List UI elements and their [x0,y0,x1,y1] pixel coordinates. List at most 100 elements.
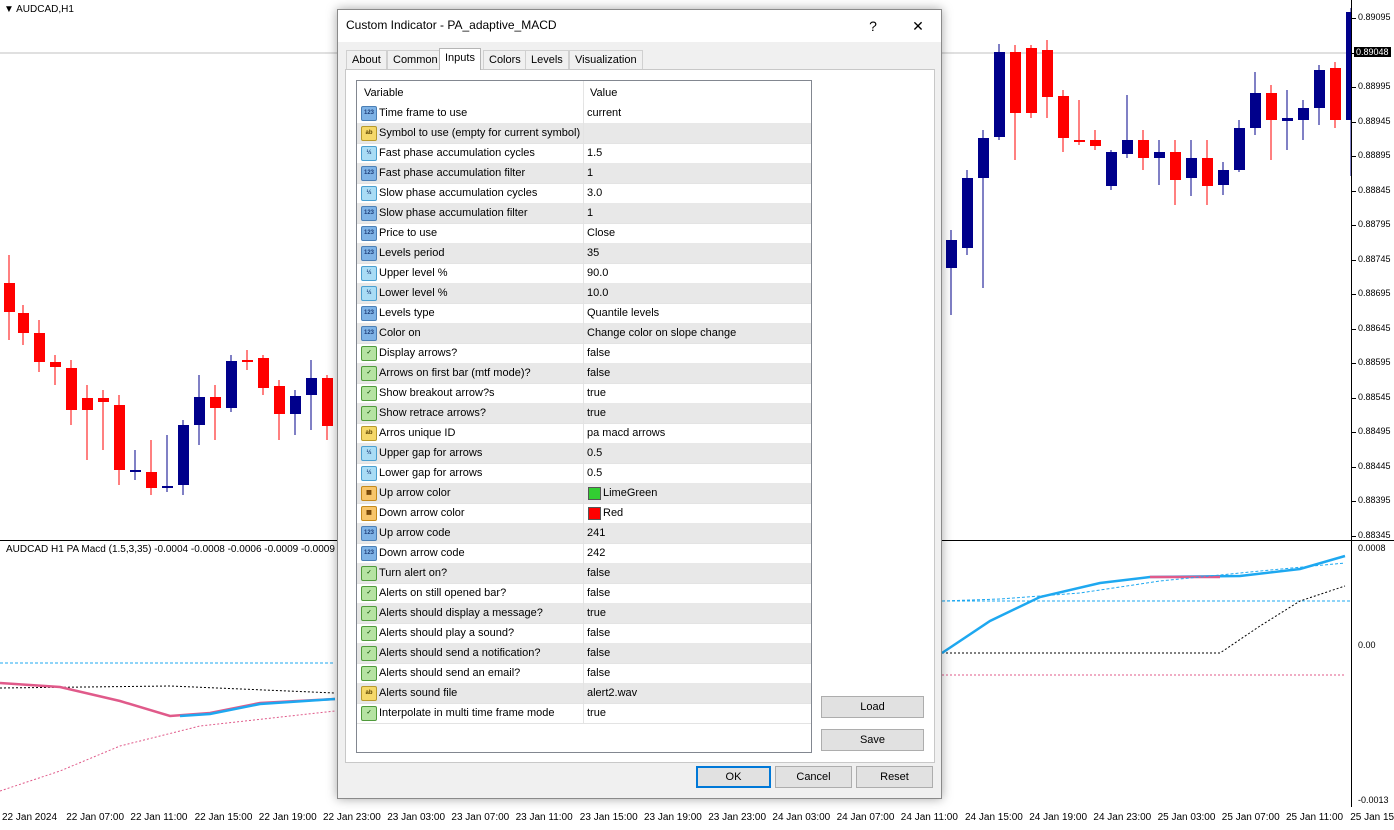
param-row[interactable]: ✓ Alerts should send a notification? false [357,643,811,664]
param-value[interactable]: 1 [587,167,593,179]
param-value[interactable]: false [587,367,610,379]
param-value[interactable]: true [587,407,606,419]
param-value[interactable]: false [587,647,610,659]
param-row[interactable]: ½ Upper level % 90.0 [357,263,811,284]
tab-common[interactable]: Common [387,50,444,69]
param-row[interactable]: ab Symbol to use (empty for current symbo… [357,123,811,144]
param-value[interactable]: Red [603,507,623,519]
param-row[interactable]: 123 Levels type Quantile levels [357,303,811,324]
tab-about[interactable]: About [346,50,387,69]
param-row[interactable]: ½ Slow phase accumulation cycles 3.0 [357,183,811,204]
param-value[interactable]: 0.5 [587,467,602,479]
param-row[interactable]: 123 Down arrow code 242 [357,543,811,564]
param-value[interactable]: alert2.wav [587,687,637,699]
param-row[interactable]: ▦ Up arrow color LimeGreen [357,483,811,504]
param-name: Display arrows? [379,347,458,359]
param-row[interactable]: ✓ Alerts on still opened bar? false [357,583,811,604]
param-row[interactable]: ab Arros unique ID pa macd arrows [357,423,811,444]
param-row[interactable]: ✓ Arrows on first bar (mtf mode)? false [357,363,811,384]
variable-column-header[interactable]: Variable [364,87,404,99]
param-row[interactable]: 123 Price to use Close [357,223,811,244]
param-row[interactable]: 123 Slow phase accumulation filter 1 [357,203,811,224]
load-button[interactable]: Load [821,696,924,718]
param-row[interactable]: ✓ Alerts should send an email? false [357,663,811,684]
param-value[interactable]: 3.0 [587,187,602,199]
param-value[interactable]: true [587,387,606,399]
tab-colors[interactable]: Colors [483,50,527,69]
close-button[interactable]: ✕ [903,14,933,38]
param-row[interactable]: ½ Upper gap for arrows 0.5 [357,443,811,464]
dropdown-triangle-icon[interactable]: ▼ [4,4,16,15]
param-value[interactable]: true [587,707,606,719]
candle-body [1186,158,1197,178]
dbl-type-icon: ½ [361,466,377,481]
color-swatch[interactable] [588,487,601,500]
param-value[interactable]: false [587,627,610,639]
param-value[interactable]: 0.5 [587,447,602,459]
param-value[interactable]: false [587,567,610,579]
param-row[interactable]: ✓ Show breakout arrow?s true [357,383,811,404]
tab-levels[interactable]: Levels [525,50,569,69]
color-swatch[interactable] [588,507,601,520]
param-value[interactable]: false [587,667,610,679]
param-row[interactable]: ✓ Display arrows? false [357,343,811,364]
save-button[interactable]: Save [821,729,924,751]
param-row[interactable]: 123 Up arrow code 241 [357,523,811,544]
param-row[interactable]: ½ Fast phase accumulation cycles 1.5 [357,143,811,164]
param-value[interactable]: Quantile levels [587,307,659,319]
help-button[interactable]: ? [858,14,888,38]
param-row[interactable]: ½ Lower level % 10.0 [357,283,811,304]
param-row[interactable]: ✓ Alerts should display a message? true [357,603,811,624]
param-value[interactable]: true [587,607,606,619]
param-value[interactable]: 35 [587,247,599,259]
bool-type-icon: ✓ [361,386,377,401]
indicator-scale[interactable]: 0.0008 0.00 -0.0013 [1351,541,1394,807]
param-row[interactable]: ▦ Down arrow color Red [357,503,811,524]
macd-line [942,585,1346,654]
str-type-icon: ab [361,686,377,701]
inputs-panel: Variable Value 123 Time frame to use curre… [345,69,935,763]
param-value[interactable]: 10.0 [587,287,608,299]
param-row[interactable]: 123 Levels period 35 [357,243,811,264]
candle-body [1298,108,1309,120]
param-value[interactable]: Close [587,227,615,239]
param-row[interactable]: 123 Color on Change color on slope change [357,323,811,344]
dialog-titlebar[interactable]: Custom Indicator - PA_adaptive_MACD ? ✕ [338,10,941,42]
param-row[interactable]: ✓ Turn alert on? false [357,563,811,584]
param-name: Arrows on first bar (mtf mode)? [379,367,531,379]
price-scale[interactable]: 0.890950.890450.889950.889450.888950.888… [1351,0,1394,540]
tab-visualization[interactable]: Visualization [569,50,643,69]
time-tick-label: 22 Jan 07:00 [66,812,125,823]
param-row[interactable]: 123 Time frame to use current [357,103,811,124]
candle-body [34,333,45,362]
value-column-header[interactable]: Value [590,87,617,99]
param-value[interactable]: LimeGreen [603,487,657,499]
param-value[interactable]: Change color on slope change [587,327,736,339]
param-name: Slow phase accumulation cycles [379,187,538,199]
param-row[interactable]: ab Alerts sound file alert2.wav [357,683,811,704]
time-axis[interactable]: 22 Jan 2024 22 Jan 07:00 22 Jan 11:00 22 Ja… [0,807,1394,830]
param-value[interactable]: 90.0 [587,267,608,279]
candle-body [1282,118,1293,121]
reset-button[interactable]: Reset [856,766,933,788]
param-value[interactable]: current [587,107,621,119]
param-value[interactable]: pa macd arrows [587,427,665,439]
param-value[interactable]: 242 [587,547,605,559]
param-value[interactable]: 1 [587,207,593,219]
param-value[interactable]: false [587,587,610,599]
ok-button[interactable]: OK [696,766,771,788]
param-value[interactable]: 1.5 [587,147,602,159]
param-row[interactable]: ✓ Alerts should play a sound? false [357,623,811,644]
param-value[interactable]: 241 [587,527,605,539]
cancel-button[interactable]: Cancel [775,766,852,788]
int-type-icon: 123 [361,226,377,241]
param-row[interactable]: 123 Fast phase accumulation filter 1 [357,163,811,184]
tab-inputs[interactable]: Inputs [439,48,481,70]
param-row[interactable]: ✓ Show retrace arrows? true [357,403,811,424]
param-name: Lower level % [379,287,448,299]
param-name: Turn alert on? [379,567,448,579]
param-row[interactable]: ✓ Interpolate in multi time frame mode tru… [357,703,811,724]
time-tick-label: 24 Jan 11:00 [900,812,958,823]
param-row[interactable]: ½ Lower gap for arrows 0.5 [357,463,811,484]
param-value[interactable]: false [587,347,610,359]
